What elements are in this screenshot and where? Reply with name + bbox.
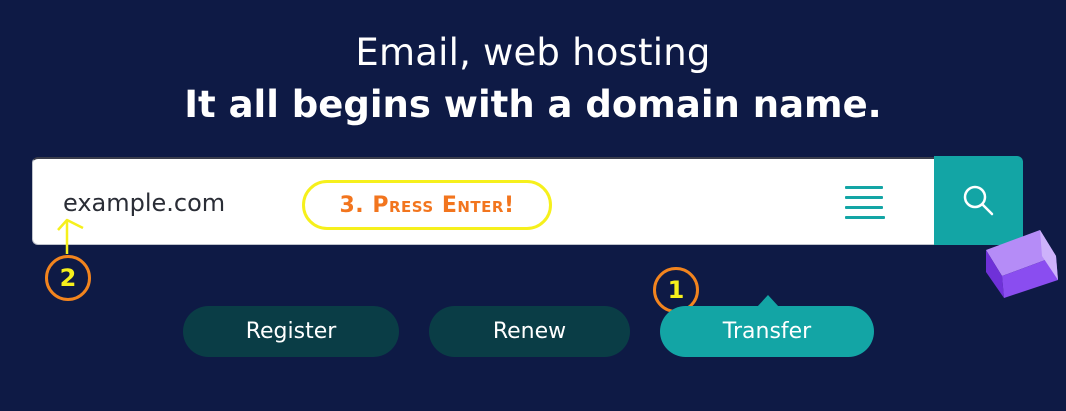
tab-transfer[interactable]: Transfer [660, 306, 874, 357]
hero-subtitle: Email, web hosting [355, 31, 711, 74]
annotation-arrow-icon [57, 218, 84, 254]
menu-line [845, 196, 883, 199]
decorative-cube-icon [986, 230, 1058, 298]
menu-line [845, 186, 883, 189]
tab-renew[interactable]: Renew [429, 306, 630, 357]
menu-line [845, 206, 883, 209]
menu-lines-icon[interactable] [845, 184, 885, 220]
search-icon [963, 185, 994, 216]
tab-register[interactable]: Register [183, 306, 399, 357]
annotation-step-2: 2 [45, 255, 91, 301]
annotation-press-enter: 3. Press Enter! [302, 180, 552, 230]
hero-title: It all begins with a domain name. [184, 83, 882, 126]
menu-line [845, 216, 885, 219]
domain-search-input[interactable] [63, 185, 323, 221]
